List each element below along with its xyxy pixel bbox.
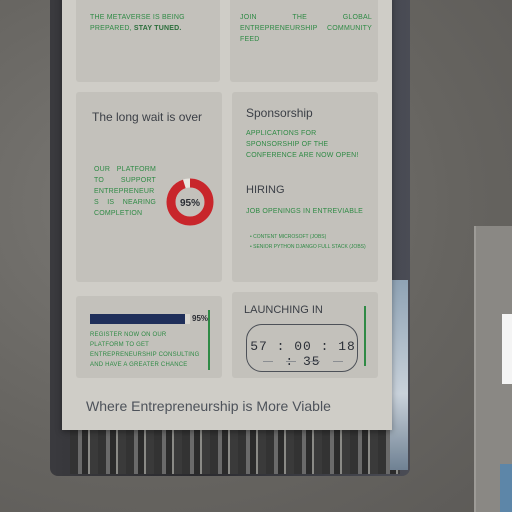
metaverse-text: THE METAVERSE IS BEING PREPARED, STAY TU…: [90, 12, 210, 34]
long-wait-title: The long wait is over: [92, 110, 203, 124]
hiring-body: JOB OPENINGS IN ENTREVIABLE: [246, 208, 364, 215]
side-panel: [474, 226, 512, 512]
progress-percent: 95%: [192, 314, 209, 323]
sponsorship-title: Sponsorship: [246, 106, 313, 120]
countdown-timer: 57 : 00 : 18 : 35: [246, 324, 358, 372]
countdown-labels: [263, 361, 343, 363]
donut-label: 95%: [180, 198, 200, 209]
community-text: JOIN THE GLOBAL ENTREPRENEURSHIP COMMUNI…: [240, 14, 372, 43]
hiring-title: HIRING: [246, 184, 285, 196]
progress-bar-fill: [90, 314, 185, 324]
card-long-wait: The long wait is over OUR PLATFORM TO SU…: [76, 92, 222, 282]
window: [390, 280, 408, 470]
hiring-item: • CONTENT MICROSOFT (JOBS): [250, 234, 327, 240]
divider-line: [208, 310, 210, 370]
tagline: Where Entrepreneurship is More Viable: [86, 398, 331, 414]
register-body: REGISTER NOW ON OUR PLATFORM TO GET ENTR…: [90, 332, 200, 368]
progress-donut: 95%: [166, 178, 214, 226]
launching-title: LAUNCHING IN: [244, 304, 323, 316]
countdown-value: 57 : 00 : 18 : 35: [250, 339, 356, 369]
light-fixture: [502, 314, 512, 384]
blue-object: [500, 464, 512, 512]
sponsorship-body: APPLICATIONS FOR SPONSORSHIP OF THE CONF…: [246, 130, 359, 159]
card-launching: LAUNCHING IN 57 : 00 : 18 : 35: [232, 292, 378, 378]
divider-line: [364, 306, 366, 366]
progress-bar: [90, 314, 190, 324]
bookshelf: [70, 430, 400, 474]
poster-board: THE METAVERSE IS BEING PREPARED, STAY TU…: [62, 0, 392, 430]
stay-tuned-text: STAY TUNED.: [133, 25, 182, 32]
card-register: 95% REGISTER NOW ON OUR PLATFORM TO GET …: [76, 296, 222, 378]
hiring-item: • SENIOR PYTHON DJANGO FULL STACK (JOBS): [250, 244, 366, 250]
card-sponsorship: Sponsorship APPLICATIONS FOR SPONSORSHIP…: [232, 92, 378, 282]
card-community: JOIN THE GLOBAL ENTREPRENEURSHIP COMMUNI…: [230, 0, 378, 82]
long-wait-body: OUR PLATFORM TO SUPPORT ENTREPRENEUR S I…: [94, 166, 156, 217]
card-metaverse: THE METAVERSE IS BEING PREPARED, STAY TU…: [76, 0, 220, 82]
